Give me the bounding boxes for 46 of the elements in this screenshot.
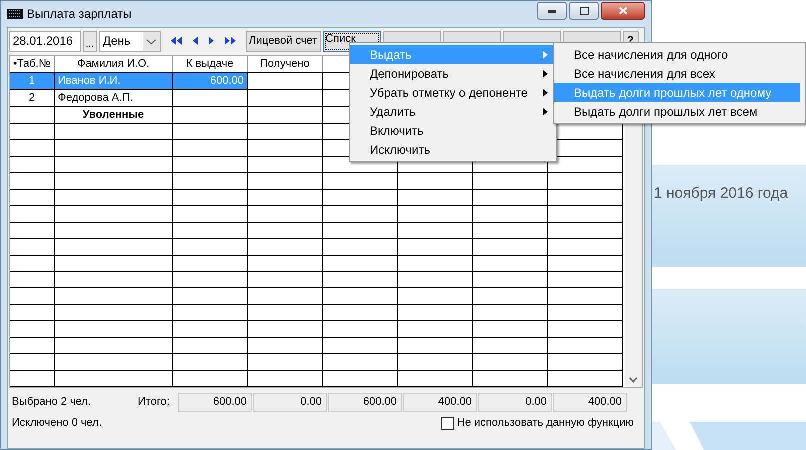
selected-count: Выбрано 2 чел. bbox=[12, 394, 92, 410]
total-cell: 600.00 bbox=[178, 392, 252, 412]
column-header: Получено bbox=[260, 56, 310, 72]
first-icon[interactable] bbox=[171, 37, 182, 45]
next-icon[interactable] bbox=[209, 37, 214, 45]
column-header: Фамилия И.О. bbox=[77, 56, 150, 72]
maximize-button[interactable] bbox=[569, 2, 599, 20]
column-header: К выдаче bbox=[186, 56, 234, 72]
toolbar-button[interactable]: Лицевой счет bbox=[246, 30, 321, 52]
table-cell-text: 1 bbox=[28, 74, 36, 89]
submenu-arrow-icon bbox=[543, 70, 548, 78]
table-cell-text: Федорова А.П. bbox=[58, 90, 134, 106]
total-cell: 600.00 bbox=[328, 392, 402, 412]
chevron-down-icon bbox=[143, 32, 160, 50]
date-field[interactable]: 28.01.2016 bbox=[9, 30, 81, 52]
total-cell: 0.00 bbox=[253, 392, 327, 412]
table-cell-text: 2 bbox=[28, 90, 36, 106]
chevron-down-icon bbox=[629, 377, 638, 383]
submenu-arrow-icon bbox=[543, 50, 548, 58]
close-icon bbox=[618, 7, 628, 15]
table-cell-text: Уволенные bbox=[82, 108, 144, 123]
submenu-arrow-icon bbox=[543, 88, 548, 96]
excluded-count: Исключено 0 чел. bbox=[12, 416, 102, 431]
window-title: Выплата зарплаты bbox=[27, 6, 132, 23]
total-label: Итого: bbox=[138, 394, 171, 410]
close-button[interactable] bbox=[601, 2, 645, 20]
submenu-arrow-icon bbox=[543, 108, 548, 116]
total-cell: 400.00 bbox=[553, 392, 627, 412]
previous-icon[interactable] bbox=[193, 37, 198, 45]
browse-button[interactable]: ... bbox=[83, 30, 97, 52]
column-header: •Таб.№ bbox=[13, 56, 51, 72]
table-cell-text: 600.00 bbox=[210, 74, 244, 89]
maximize-icon bbox=[580, 7, 588, 15]
keyboard-icon bbox=[7, 9, 23, 19]
total-cell: 400.00 bbox=[403, 392, 477, 412]
checkbox[interactable] bbox=[441, 416, 454, 430]
menu-item[interactable]: Включить bbox=[350, 121, 556, 140]
checkbox-label: Не использовать данную функцию bbox=[457, 416, 634, 431]
minimize-button[interactable] bbox=[537, 2, 567, 20]
last-icon[interactable] bbox=[225, 37, 236, 45]
period-dropdown[interactable]: День bbox=[99, 30, 161, 52]
table-cell-text: Иванов И.И. bbox=[58, 74, 121, 89]
total-cell: 0.00 bbox=[478, 392, 552, 412]
minimize-icon bbox=[548, 10, 556, 12]
menu-item[interactable]: Исключить bbox=[350, 140, 556, 159]
date-text: 1 ноября 2016 года bbox=[654, 185, 788, 202]
